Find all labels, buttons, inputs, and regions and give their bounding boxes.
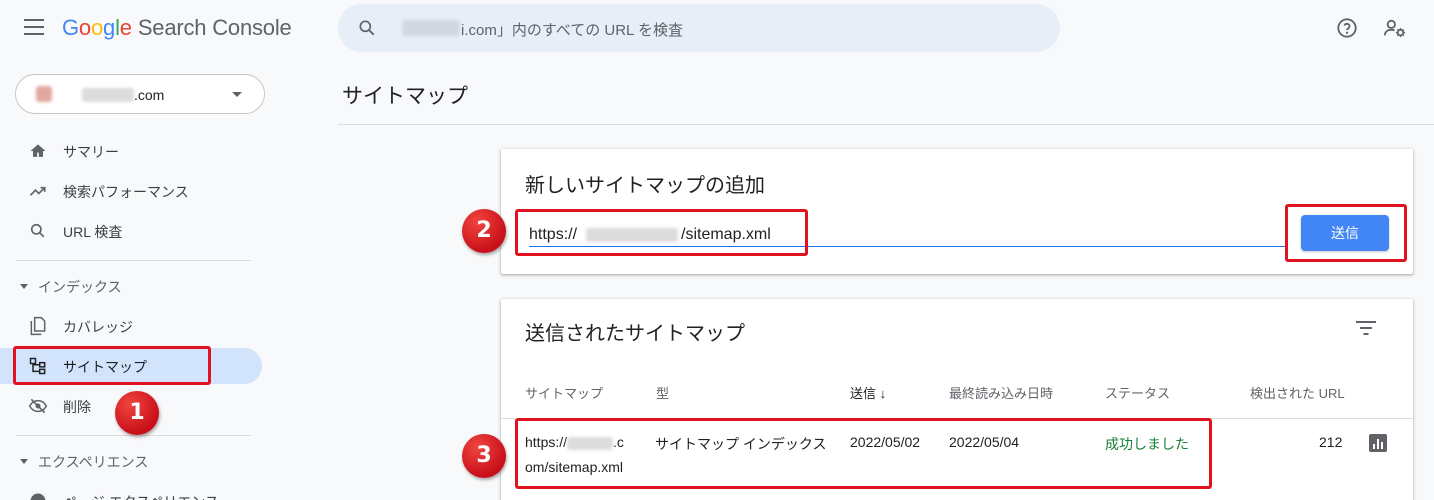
home-icon bbox=[30, 144, 46, 157]
bar-chart-icon[interactable] bbox=[1369, 434, 1387, 452]
sidebar-item-summary[interactable]: サマリー bbox=[0, 133, 262, 169]
page-title: サイトマップ bbox=[342, 85, 468, 108]
sidebar-item-label: 検索パフォーマンス bbox=[63, 184, 189, 200]
status-cell: 成功しました bbox=[1105, 436, 1189, 452]
submitted-sitemaps-title: 送信されたサイトマップ bbox=[525, 323, 745, 345]
sidebar-divider bbox=[16, 260, 251, 261]
annotation-badge-1: 1 bbox=[115, 391, 159, 435]
sidebar-item-url-inspection[interactable]: URL 検査 bbox=[0, 213, 262, 249]
file-copy-icon bbox=[30, 316, 46, 336]
submitted-sitemaps-card: 送信されたサイトマップ サイトマップ 型 送信 ↓ 最終読み込み日時 ステータス… bbox=[501, 299, 1413, 500]
search-console-logo[interactable]: Google Search Console bbox=[62, 15, 292, 41]
add-sitemap-card: 新しいサイトマップの追加 https:// /sitemap.xml 送信 bbox=[501, 149, 1413, 274]
column-header-submitted[interactable]: 送信 ↓ bbox=[850, 383, 886, 402]
column-header-type[interactable]: 型 bbox=[656, 383, 669, 402]
url-inspection-search-input[interactable]: i.com」内のすべての URL を検査 bbox=[338, 4, 1060, 52]
search-placeholder: i.com」内のすべての URL を検査 bbox=[461, 22, 683, 39]
main-divider bbox=[338, 124, 1434, 125]
property-domain-suffix: .com bbox=[134, 87, 165, 103]
search-icon bbox=[30, 223, 45, 238]
sidebar-item-label: 削除 bbox=[63, 399, 91, 415]
column-header-sitemap[interactable]: サイトマップ bbox=[525, 383, 603, 402]
sitemap-icon bbox=[29, 357, 46, 375]
filter-icon[interactable] bbox=[1355, 318, 1377, 338]
last-read-date-cell: 2022/05/04 bbox=[949, 434, 1020, 450]
discovered-urls-cell: 212 bbox=[1319, 434, 1343, 450]
help-icon[interactable] bbox=[1336, 17, 1358, 39]
trending-up-icon bbox=[29, 186, 46, 196]
url-suffix: /sitemap.xml bbox=[681, 226, 771, 243]
redacted-domain bbox=[402, 20, 460, 36]
sidebar-item-label: サイトマップ bbox=[63, 359, 147, 375]
property-selector[interactable]: .com bbox=[15, 74, 265, 114]
column-header-discovered-urls[interactable]: 検出された URL bbox=[1250, 383, 1345, 402]
page-experience-icon bbox=[30, 493, 46, 500]
product-name: Search Console bbox=[137, 15, 292, 40]
table-header-divider bbox=[501, 418, 1413, 419]
url-prefix: https:// bbox=[529, 226, 578, 243]
expand-arrow-icon bbox=[20, 458, 28, 464]
sitemap-url-cell-line2: om/sitemap.xml bbox=[525, 459, 624, 475]
sidebar-divider bbox=[16, 435, 251, 436]
section-header-index[interactable]: インデックス bbox=[20, 277, 122, 297]
expand-arrow-icon bbox=[20, 283, 28, 289]
sidebar-item-coverage[interactable]: カバレッジ bbox=[0, 308, 262, 344]
visibility-off-icon bbox=[28, 398, 48, 414]
redacted-domain bbox=[586, 228, 678, 242]
redacted-domain bbox=[567, 436, 614, 450]
type-cell: サイトマップ インデックス bbox=[655, 436, 827, 452]
column-header-status[interactable]: ステータス bbox=[1105, 383, 1170, 402]
submitted-date-cell: 2022/05/02 bbox=[850, 434, 921, 450]
annotation-badge-3: 3 bbox=[462, 434, 506, 478]
redacted-domain bbox=[82, 88, 134, 102]
site-favicon bbox=[36, 86, 52, 102]
section-header-experience[interactable]: エクスペリエンス bbox=[20, 452, 148, 472]
sitemap-url-input[interactable]: https:// /sitemap.xml bbox=[529, 221, 1287, 247]
manage-accounts-icon[interactable] bbox=[1383, 17, 1407, 39]
sort-arrow-icon: ↓ bbox=[879, 386, 887, 401]
sidebar-item-performance[interactable]: 検索パフォーマンス bbox=[0, 173, 262, 209]
submit-button[interactable]: 送信 bbox=[1301, 215, 1389, 251]
sidebar-item-label: カバレッジ bbox=[63, 319, 133, 335]
sidebar-item-label: ページ エクスペリエンス bbox=[63, 492, 219, 500]
add-sitemap-title: 新しいサイトマップの追加 bbox=[525, 175, 765, 197]
annotation-badge-2: 2 bbox=[462, 209, 506, 253]
column-header-last-read[interactable]: 最終読み込み日時 bbox=[949, 383, 1053, 402]
sitemap-url-cell: https://.c bbox=[525, 434, 624, 450]
search-icon bbox=[359, 20, 375, 36]
top-app-bar: Google Search Console i.com」内のすべての URL を検… bbox=[0, 0, 1434, 58]
sidebar-item-sitemaps[interactable]: サイトマップ bbox=[0, 348, 262, 384]
sidebar-item-label: サマリー bbox=[63, 144, 119, 160]
menu-icon[interactable] bbox=[24, 19, 44, 35]
chevron-down-icon bbox=[232, 92, 242, 97]
sidebar-item-label: URL 検査 bbox=[63, 224, 123, 240]
sidebar-item-page-experience[interactable]: ページ エクスペリエンス bbox=[0, 483, 262, 500]
